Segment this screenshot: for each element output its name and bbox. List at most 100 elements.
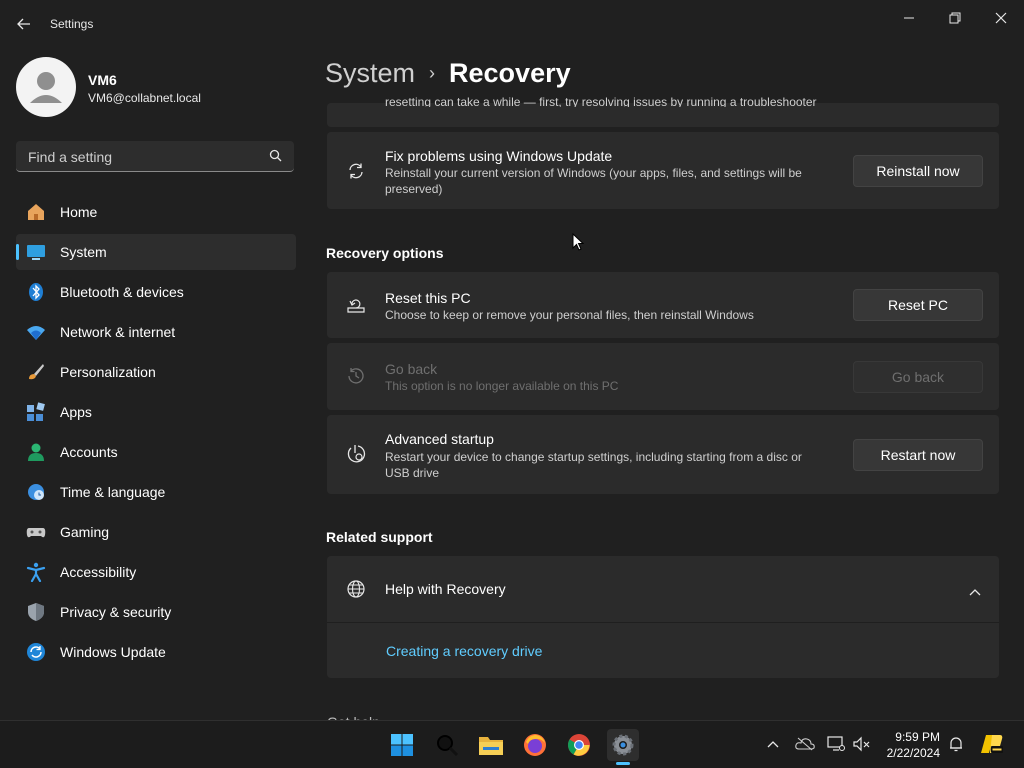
breadcrumb: System › Recovery (325, 58, 571, 89)
fix-problems-title: Fix problems using Windows Update (385, 148, 613, 164)
reset-pc-description: Choose to keep or remove your personal f… (385, 308, 754, 322)
sidebar-item-personalization[interactable]: Personalization (16, 354, 296, 390)
network-icon (26, 322, 46, 342)
search-input[interactable] (26, 146, 270, 168)
bluetooth-icon (26, 282, 46, 302)
settings-icon[interactable] (607, 729, 639, 765)
cutoff-text: resetting can take a while — first, try … (385, 97, 817, 107)
reinstall-now-button[interactable]: Reinstall now (853, 155, 983, 187)
sidebar-item-bluetooth[interactable]: Bluetooth & devices (16, 274, 296, 310)
user-email: VM6@collabnet.local (88, 91, 201, 105)
help-with-recovery-card: Help with Recovery Creating a recovery d… (327, 556, 999, 678)
sidebar-item-apps[interactable]: Apps (16, 394, 296, 430)
advanced-startup-title: Advanced startup (385, 431, 494, 447)
mouse-cursor-icon (572, 232, 585, 256)
title-bar: Settings (0, 0, 1024, 48)
search-icon[interactable] (431, 729, 463, 761)
back-arrow-icon[interactable] (14, 14, 34, 34)
close-button[interactable] (981, 6, 1021, 30)
restart-now-button[interactable]: Restart now (853, 439, 983, 471)
restore-button[interactable] (935, 6, 975, 30)
file-explorer-icon[interactable] (475, 729, 507, 761)
onedrive-offline-icon[interactable] (795, 734, 815, 754)
go-back-title: Go back (385, 361, 438, 377)
minimize-button[interactable] (889, 6, 929, 30)
globe-icon (345, 578, 367, 600)
creating-recovery-drive-link[interactable]: Creating a recovery drive (386, 643, 542, 659)
firefox-icon[interactable] (519, 729, 551, 761)
sidebar-item-label: System (60, 244, 107, 260)
go-back-card: Go back This option is no longer availab… (327, 343, 999, 410)
reset-pc-icon (345, 294, 367, 316)
sidebar-item-label: Accessibility (60, 564, 137, 580)
divider (327, 622, 999, 623)
network-icon[interactable] (826, 734, 846, 754)
sidebar-item-windows-update[interactable]: Windows Update (16, 634, 296, 670)
user-name: VM6 (88, 72, 117, 88)
sidebar-item-label: Accounts (60, 444, 118, 460)
taskbar: 9:59 PM 2/22/2024 (0, 720, 1024, 768)
system-icon (26, 242, 46, 262)
sidebar-item-label: Privacy & security (60, 604, 172, 620)
go-back-description: This option is no longer available on th… (385, 379, 619, 393)
sidebar-item-label: Network & internet (60, 324, 176, 340)
get-help-link[interactable]: Get help (327, 712, 380, 720)
chrome-icon[interactable] (563, 729, 595, 761)
advanced-startup-icon (345, 443, 367, 465)
sidebar-item-home[interactable]: Home (16, 194, 296, 230)
sidebar-item-accessibility[interactable]: Accessibility (16, 554, 296, 590)
sidebar-item-gaming[interactable]: Gaming (16, 514, 296, 550)
breadcrumb-parent[interactable]: System (325, 58, 415, 89)
help-with-recovery-title: Help with Recovery (385, 581, 506, 597)
home-icon (26, 202, 46, 222)
sidebar-item-label: Gaming (60, 524, 110, 540)
advanced-startup-description: Restart your device to change startup se… (385, 450, 802, 480)
go-back-button: Go back (853, 361, 983, 393)
avatar[interactable] (16, 57, 76, 117)
sync-icon (345, 160, 367, 182)
clock-time: 9:59 PM (895, 730, 940, 744)
sidebar-item-label: Windows Update (60, 644, 166, 660)
sidebar-item-label: Time & language (60, 484, 166, 500)
recovery-options-heading: Recovery options (326, 245, 444, 261)
gaming-icon (26, 522, 46, 542)
sidebar-item-time-language[interactable]: Time & language (16, 474, 296, 510)
clock-date: 2/22/2024 (886, 746, 940, 760)
reset-pc-button[interactable]: Reset PC (853, 289, 983, 321)
sidebar-item-system[interactable]: System (16, 234, 296, 270)
windows-update-icon (26, 642, 46, 662)
sidebar-item-label: Apps (60, 404, 92, 420)
chevron-up-icon[interactable] (763, 734, 783, 754)
fix-problems-description: Reinstall your current version of Window… (385, 166, 802, 196)
sidebar-item-label: Bluetooth & devices (60, 284, 184, 300)
help-with-recovery-header[interactable]: Help with Recovery (327, 556, 999, 622)
fix-problems-card: Fix problems using Windows Update Reinst… (327, 132, 999, 209)
copilot-icon[interactable] (980, 734, 1004, 754)
sidebar-item-privacy[interactable]: Privacy & security (16, 594, 296, 630)
sidebar-item-network[interactable]: Network & internet (16, 314, 296, 350)
accessibility-icon (26, 562, 46, 582)
sidebar-item-label: Personalization (60, 364, 156, 380)
reset-pc-title: Reset this PC (385, 290, 471, 306)
sidebar-nav: Home System Bluetooth & devices Network … (16, 194, 296, 674)
app-title: Settings (50, 17, 94, 31)
system-clock[interactable]: 9:59 PM 2/22/2024 (887, 729, 940, 761)
time-language-icon (26, 482, 46, 502)
reset-pc-card: Reset this PC Choose to keep or remove y… (327, 272, 999, 338)
chevron-right-icon: › (429, 63, 436, 83)
accounts-icon (26, 442, 46, 462)
sidebar-item-label: Home (60, 204, 98, 220)
related-support-heading: Related support (326, 529, 433, 545)
volume-muted-icon[interactable] (852, 734, 872, 754)
chevron-up-icon[interactable] (969, 583, 981, 601)
personalization-icon (26, 362, 46, 382)
search-icon[interactable] (269, 149, 282, 167)
page-title: Recovery (449, 58, 571, 88)
privacy-icon (26, 602, 46, 622)
start-icon[interactable] (386, 729, 418, 761)
apps-icon (26, 402, 46, 422)
history-icon (345, 365, 367, 387)
search-box[interactable] (16, 141, 294, 172)
notification-bell-icon[interactable] (946, 734, 966, 754)
sidebar-item-accounts[interactable]: Accounts (16, 434, 296, 470)
